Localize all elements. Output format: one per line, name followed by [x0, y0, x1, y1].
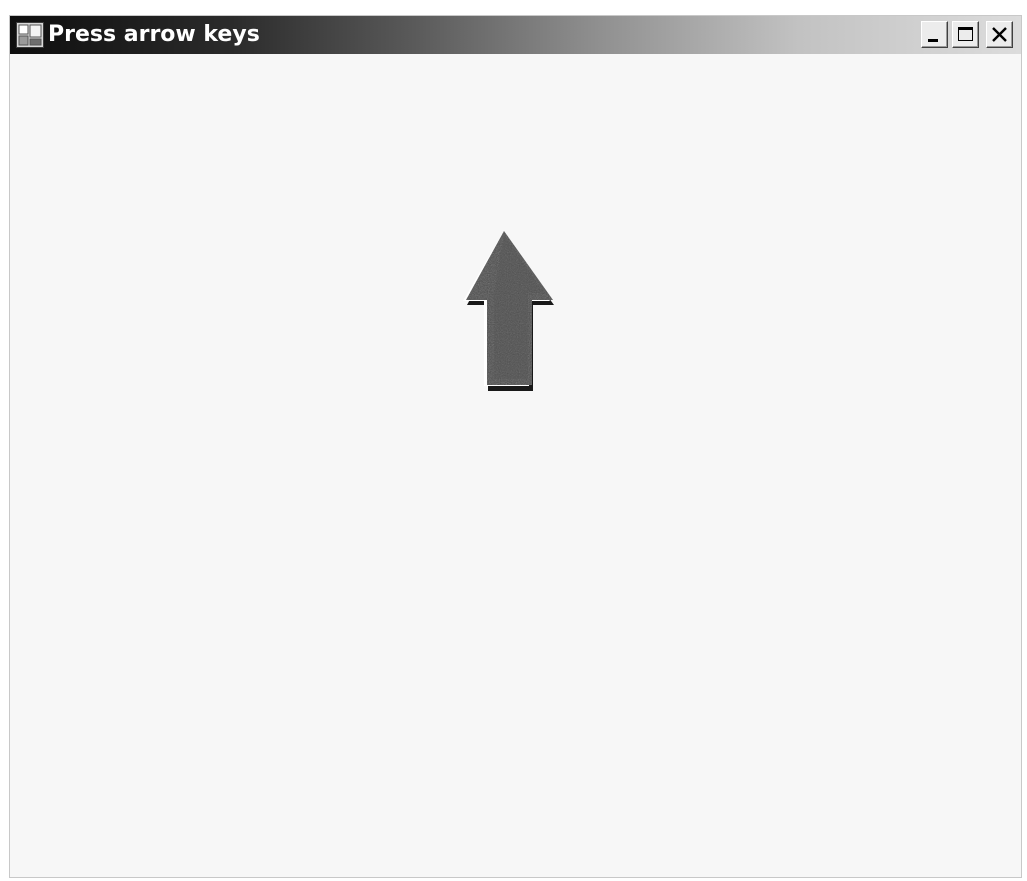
- window-title: Press arrow keys: [48, 22, 260, 47]
- close-icon: [992, 27, 1007, 42]
- app-window: Press arrow keys: [9, 15, 1022, 878]
- app-icon[interactable]: [16, 22, 44, 48]
- minimize-icon: [928, 39, 938, 42]
- title-bar[interactable]: Press arrow keys: [10, 16, 1021, 54]
- minimize-button[interactable]: [921, 21, 948, 48]
- close-button[interactable]: [986, 21, 1013, 48]
- arrow-up-icon: [463, 231, 554, 391]
- maximize-icon: [958, 27, 973, 41]
- client-area[interactable]: [10, 54, 1021, 877]
- maximize-button[interactable]: [952, 21, 979, 48]
